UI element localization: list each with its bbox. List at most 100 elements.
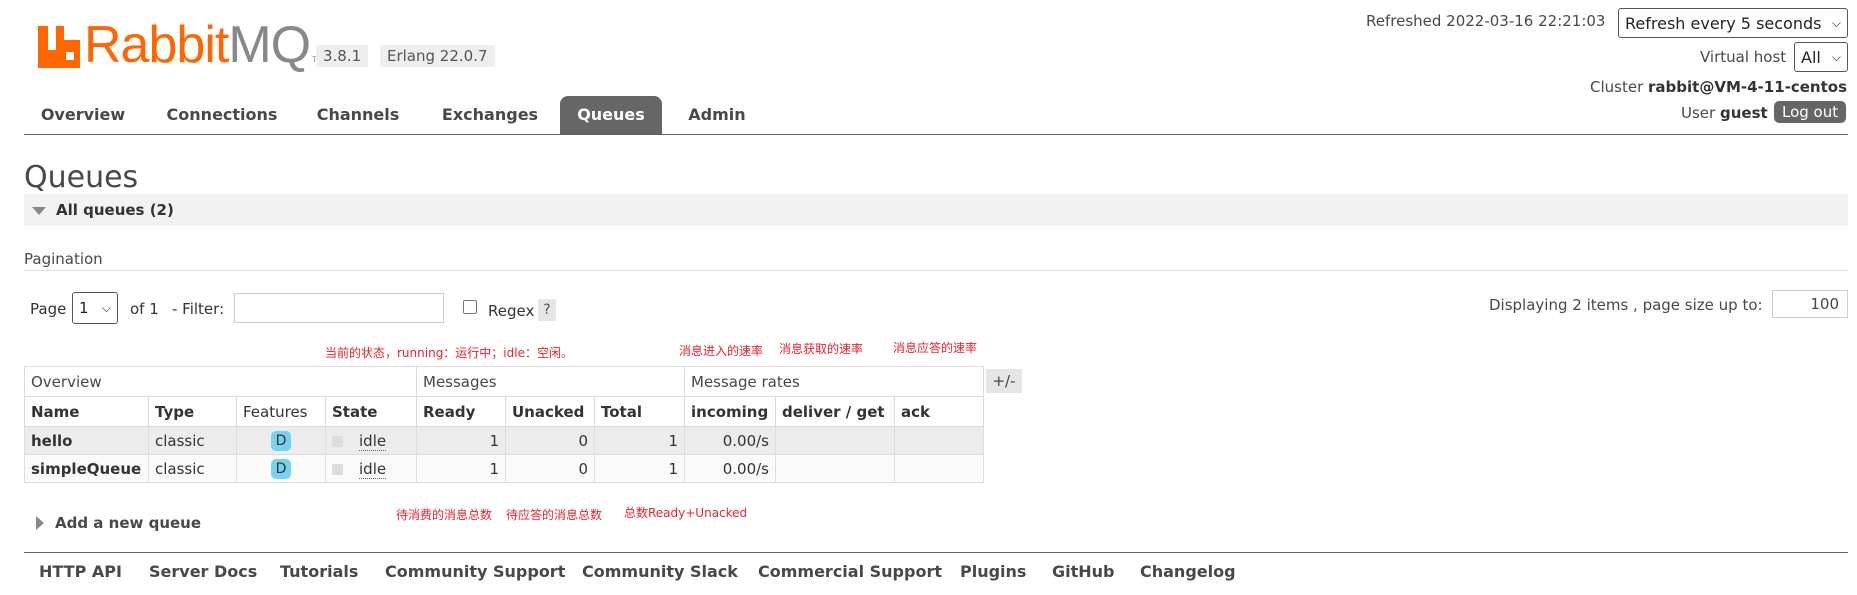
footer-link-plugins[interactable]: Plugins	[960, 562, 1026, 581]
ack-rate	[894, 426, 984, 455]
total-count: 1	[594, 426, 685, 455]
chevron-down-icon: ⌵	[1831, 15, 1841, 30]
table-row: simpleQueue classic D idle 1 0 1 0.00/s	[24, 454, 984, 483]
vhost-value: All	[1801, 47, 1821, 67]
annotation-ack: 消息应答的速率	[893, 341, 978, 355]
chevron-down-icon: ⌵	[101, 300, 111, 315]
column-toggle-button[interactable]: +/-	[986, 369, 1022, 393]
annotation-incoming: 消息进入的速率	[679, 344, 764, 358]
logo-wordmark: RabbitMQ	[84, 16, 311, 74]
all-queues-section-header[interactable]: All queues (2)	[24, 194, 1848, 226]
footer-divider	[24, 552, 1848, 553]
durable-badge: D	[271, 430, 291, 451]
rabbitmq-logo-icon	[38, 26, 80, 68]
incoming-rate: 0.00/s	[684, 426, 776, 455]
annotation-total: 总数Ready+Unacked	[624, 506, 748, 520]
queues-table: Overview Messages Message rates Name Typ…	[24, 366, 984, 483]
queue-type: classic	[148, 426, 237, 455]
group-overview: Overview	[24, 366, 417, 397]
group-message-rates: Message rates	[684, 366, 984, 397]
page-of-label: of 1	[130, 300, 159, 318]
incoming-rate: 0.00/s	[684, 454, 776, 483]
vhost-label: Virtual host	[1700, 48, 1787, 66]
annotation-state: 当前的状态，running：运行中；idle：空闲。	[325, 346, 573, 360]
footer-link-github[interactable]: GitHub	[1052, 562, 1115, 581]
logout-button[interactable]: Log out	[1774, 101, 1847, 123]
filter-input[interactable]	[234, 293, 444, 323]
footer-link-changelog[interactable]: Changelog	[1140, 562, 1236, 581]
col-incoming[interactable]: incoming	[684, 396, 776, 427]
page-size-input[interactable]: 100	[1772, 290, 1848, 318]
annotation-deliver: 消息获取的速率	[779, 342, 864, 356]
col-total[interactable]: Total	[594, 396, 685, 427]
vhost-select[interactable]: All ⌵	[1794, 42, 1848, 72]
state-indicator-icon	[332, 463, 343, 475]
col-type[interactable]: Type	[148, 396, 237, 427]
user-label: User	[1681, 104, 1716, 122]
page-title: Queues	[24, 160, 139, 195]
footer-link-http-api[interactable]: HTTP API	[39, 562, 122, 581]
tab-overview[interactable]: Overview	[24, 96, 142, 134]
deliver-rate	[775, 426, 895, 455]
state-text: idle	[359, 431, 387, 451]
state-text: idle	[359, 459, 387, 479]
unacked-count: 0	[505, 454, 595, 483]
ready-count: 1	[416, 454, 506, 483]
regex-help-button[interactable]: ?	[538, 299, 556, 321]
tab-connections[interactable]: Connections	[160, 96, 284, 134]
queue-features: D	[236, 454, 326, 483]
pagination-label: Pagination	[24, 250, 103, 268]
cluster-name: rabbit@VM-4-11-centos	[1648, 78, 1848, 96]
col-features[interactable]: Features	[236, 396, 326, 427]
col-ack[interactable]: ack	[894, 396, 984, 427]
tab-exchanges[interactable]: Exchanges	[430, 96, 550, 134]
footer-link-community-support[interactable]: Community Support	[385, 562, 565, 581]
queue-name-link[interactable]: hello	[24, 426, 149, 455]
total-count: 1	[594, 454, 685, 483]
regex-checkbox[interactable]	[463, 300, 477, 314]
erlang-version-badge: Erlang 22.0.7	[380, 45, 495, 67]
footer-link-tutorials[interactable]: Tutorials	[280, 562, 358, 581]
footer-link-server-docs[interactable]: Server Docs	[149, 562, 257, 581]
col-ready[interactable]: Ready	[416, 396, 506, 427]
collapse-triangle-icon	[32, 207, 46, 215]
page-select[interactable]: 1 ⌵	[72, 292, 118, 324]
pagination-divider	[24, 270, 1848, 271]
rabbitmq-logo[interactable]: RabbitMQ TM	[38, 16, 324, 74]
group-messages: Messages	[416, 366, 685, 397]
queue-state: idle	[325, 426, 417, 455]
nav-divider	[24, 134, 1848, 135]
tab-channels[interactable]: Channels	[306, 96, 410, 134]
tab-queues[interactable]: Queues	[560, 96, 662, 135]
version-badge: 3.8.1	[316, 45, 369, 67]
cluster-label: Cluster	[1590, 78, 1644, 96]
queue-name-link[interactable]: simpleQueue	[24, 454, 149, 483]
footer-link-commercial-support[interactable]: Commercial Support	[758, 562, 942, 581]
expand-triangle-icon	[36, 516, 44, 530]
regex-label: Regex	[488, 302, 535, 320]
deliver-rate	[775, 454, 895, 483]
user-info: User guest	[1681, 104, 1768, 122]
unacked-count: 0	[505, 426, 595, 455]
table-row: hello classic D idle 1 0 1 0.00/s	[24, 426, 984, 455]
cluster-info: Cluster rabbit@VM-4-11-centos	[1590, 78, 1847, 96]
queue-type: classic	[148, 454, 237, 483]
queue-features: D	[236, 426, 326, 455]
tab-admin[interactable]: Admin	[676, 96, 758, 134]
displaying-label: Displaying 2 items , page size up to:	[1489, 296, 1763, 314]
col-unacked[interactable]: Unacked	[505, 396, 595, 427]
durable-badge: D	[271, 458, 291, 479]
footer-link-community-slack[interactable]: Community Slack	[582, 562, 738, 581]
all-queues-title: All queues (2)	[56, 201, 174, 219]
col-name[interactable]: Name	[24, 396, 149, 427]
annotation-unacked: 待应答的消息总数	[506, 508, 603, 522]
col-deliver-get[interactable]: deliver / get	[775, 396, 895, 427]
ack-rate	[894, 454, 984, 483]
col-state[interactable]: State	[325, 396, 417, 427]
ready-count: 1	[416, 426, 506, 455]
page-label: Page	[30, 300, 67, 318]
filter-label: - Filter:	[172, 300, 225, 318]
refresh-interval-select[interactable]: Refresh every 5 seconds ⌵	[1618, 8, 1848, 38]
add-new-queue-toggle[interactable]: Add a new queue	[55, 514, 201, 532]
refreshed-timestamp: Refreshed 2022-03-16 22:21:03	[1366, 12, 1606, 30]
